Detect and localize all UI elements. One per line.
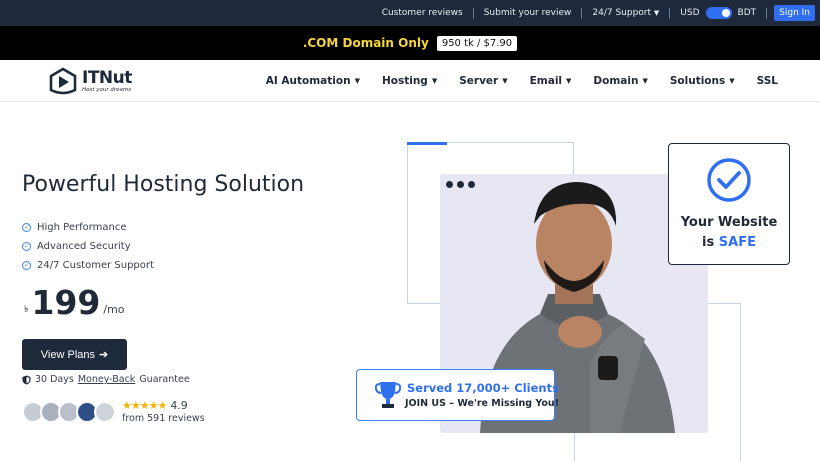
clients-subtitle: JOIN US – We're Missing You! (405, 398, 560, 409)
chevron-down-icon: ▼ (431, 77, 438, 85)
safe-card-line1: Your Website (680, 215, 778, 230)
shield-icon (22, 375, 31, 384)
nav-item-hosting[interactable]: Hosting ▼ (382, 75, 437, 87)
main-nav: ITNut Host your dreams AI Automation ▼ Ho… (0, 60, 820, 102)
submit-review-link[interactable]: Submit your review (474, 7, 582, 19)
feature-label: 24/7 Customer Support (37, 260, 154, 271)
guarantee-suffix: Guarantee (139, 374, 190, 385)
check-circle-icon: ✓ (22, 261, 31, 270)
nav-label: SSL (756, 75, 778, 87)
price-amount: 199 (31, 283, 101, 322)
promo-bar: .COM Domain Only 950 tk / $7.90 (0, 26, 820, 60)
safe-card-line2: is SAFE (669, 235, 789, 250)
support-dropdown[interactable]: 24/7 Support ▼ (582, 7, 669, 19)
logo-icon (49, 67, 77, 95)
support-label: 24/7 Support (592, 8, 652, 18)
money-back-link[interactable]: Money-Back (78, 374, 135, 385)
brand-tagline: Host your dreams (82, 86, 132, 93)
chevron-down-icon: ▼ (642, 77, 648, 85)
hero-title: Powerful Hosting Solution (22, 172, 305, 197)
chevron-down-icon: ▼ (566, 77, 572, 85)
brand-logo[interactable]: ITNut Host your dreams (48, 66, 132, 96)
nav-label: Server (459, 75, 499, 87)
currency-toggle[interactable] (705, 7, 732, 19)
check-circle-icon (707, 158, 751, 202)
feature-label: High Performance (37, 222, 127, 233)
nav-item-ssl[interactable]: SSL (757, 75, 778, 87)
chevron-down-icon: ▼ (729, 77, 735, 85)
price-period: /mo (103, 303, 125, 316)
view-plans-label: View Plans (40, 348, 95, 361)
nav-item-email[interactable]: Email ▼ (530, 75, 572, 87)
avatar (94, 400, 116, 423)
reviewer-avatars (22, 400, 116, 423)
trophy-icon (375, 382, 401, 408)
nav-label: Domain (593, 75, 639, 87)
check-circle-icon: ✓ (22, 223, 31, 232)
currency-usd-label: USD (680, 8, 700, 18)
chevron-down-icon: ▼ (354, 77, 360, 85)
nav-item-solutions[interactable]: Solutions ▼ (670, 75, 735, 87)
currency-symbol: ৳ (24, 305, 29, 315)
check-circle-icon: ✓ (22, 242, 31, 251)
safe-card-line2-prefix: is (702, 235, 719, 250)
price-block: ৳ 199 /mo (24, 285, 125, 321)
feature-list: ✓ High Performance ✓ Advanced Security ✓ 24… (22, 218, 154, 275)
currency-bdt-label: BDT (737, 8, 757, 18)
customer-reviews-link[interactable]: Customer reviews (372, 7, 473, 19)
star-rating: ★★★★★ (122, 399, 167, 412)
brand-name: ITNut (82, 67, 132, 88)
clients-count: Served 17,000+ Clients (407, 381, 559, 395)
nav-label: Email (529, 75, 563, 87)
sign-in-button[interactable]: Sign In (774, 5, 815, 21)
rating-block: ★★★★★ 4.9 from 591 reviews (122, 399, 205, 424)
nav-label: Solutions (669, 75, 726, 87)
nav-item-ai-automation[interactable]: AI Automation ▼ (266, 75, 360, 87)
top-utility-bar: Customer reviews Submit your review 24/7… (0, 0, 820, 26)
currency-switcher: USD BDT (670, 7, 766, 19)
safe-highlight: SAFE (718, 235, 756, 250)
toggle-knob (721, 9, 730, 17)
guarantee-prefix: 30 Days (35, 374, 74, 385)
nav-label: Hosting (381, 75, 428, 87)
divider (766, 7, 768, 19)
rating-score: 4.9 (170, 399, 188, 412)
feature-item: ✓ 24/7 Customer Support (22, 256, 154, 275)
feature-label: Advanced Security (37, 241, 131, 252)
clients-badge: Served 17,000+ Clients JOIN US – We're M… (356, 369, 559, 421)
feature-item: ✓ Advanced Security (22, 237, 154, 256)
reviews-summary: ★★★★★ 4.9 from 591 reviews (22, 399, 205, 424)
promo-text: .COM Domain Only (302, 36, 429, 50)
nav-label: AI Automation (265, 75, 351, 87)
chevron-down-icon: ▼ (653, 9, 660, 17)
website-safe-card: Your Website is SAFE (668, 143, 790, 265)
arrow-right-icon: ➔ (99, 349, 109, 361)
nav-menu: AI Automation ▼ Hosting ▼ Server ▼ Email ▼ D… (266, 60, 778, 102)
feature-item: ✓ High Performance (22, 218, 154, 237)
view-plans-button[interactable]: View Plans ➔ (22, 339, 127, 370)
promo-price-badge: 950 tk / $7.90 (436, 35, 518, 51)
nav-item-server[interactable]: Server ▼ (459, 75, 507, 87)
chevron-down-icon: ▼ (502, 77, 508, 85)
nav-item-domain[interactable]: Domain ▼ (593, 75, 647, 87)
money-back-guarantee: 30 Days Money-Back Guarantee (22, 374, 190, 385)
review-count: from 591 reviews (122, 413, 205, 424)
